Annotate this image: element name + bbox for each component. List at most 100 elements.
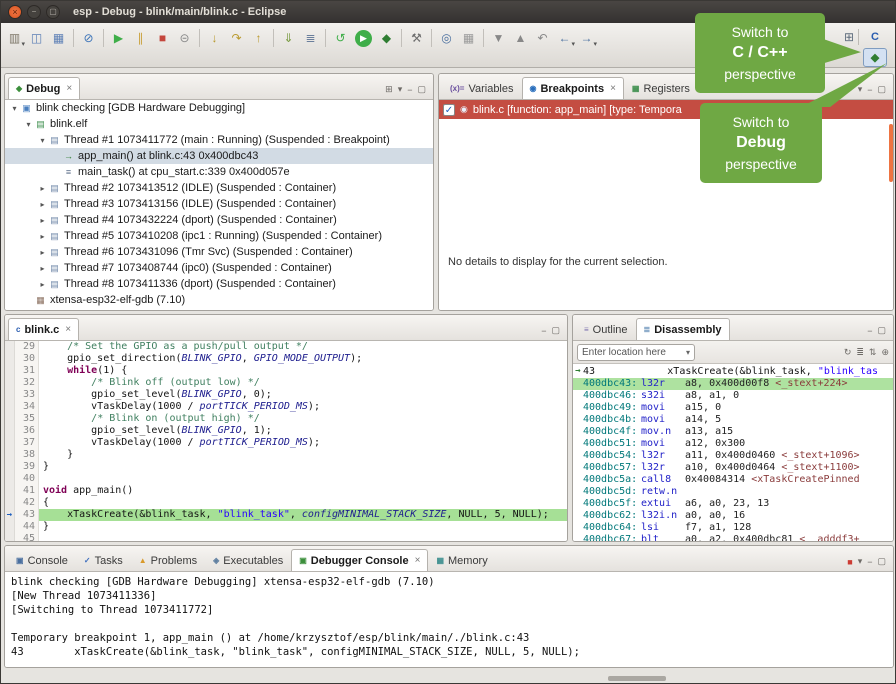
breakpoint-checkbox[interactable]: ✓ bbox=[443, 104, 455, 116]
debug-tree-item[interactable]: ≡main_task() at cpu_start.c:339 0x400d05… bbox=[5, 164, 433, 180]
debug-tree[interactable]: ▾▣blink checking [GDB Hardware Debugging… bbox=[5, 100, 433, 310]
minimize-icon[interactable]: − bbox=[867, 557, 872, 567]
prev-annotation-button[interactable]: ▲ bbox=[510, 28, 531, 49]
minimize-button[interactable]: − bbox=[27, 5, 41, 19]
show-source-icon[interactable]: ≣ bbox=[856, 347, 864, 358]
last-edit-button[interactable]: ↶ bbox=[532, 28, 553, 49]
minimize-icon[interactable]: − bbox=[867, 85, 872, 95]
save-all-button[interactable]: ▦ bbox=[48, 28, 69, 49]
overlay-scrollbar[interactable] bbox=[889, 124, 893, 182]
step-into-button[interactable]: ↓ bbox=[204, 28, 225, 49]
code-editor[interactable]: 29 /* Set the GPIO as a push/pull output… bbox=[5, 341, 567, 541]
debug-tree-item[interactable]: ▸▤Thread #2 1073413512 (IDLE) (Suspended… bbox=[5, 180, 433, 196]
disassembly-row[interactable]: 400dbc64:lsif7, a1, 128 bbox=[573, 522, 893, 534]
c-cpp-perspective-button[interactable]: C bbox=[863, 27, 887, 46]
view-menu-icon[interactable]: ▾ bbox=[398, 84, 403, 95]
disassembly-row[interactable]: 400dbc51:movia12, 0x300 bbox=[573, 438, 893, 450]
horizontal-scrollbar[interactable] bbox=[608, 676, 666, 681]
debug-tree-item[interactable]: ▸▤Thread #8 1073411336 (dport) (Suspende… bbox=[5, 276, 433, 292]
step-over-button[interactable]: ↷ bbox=[226, 28, 247, 49]
next-annotation-button[interactable]: ▼ bbox=[488, 28, 509, 49]
open-perspective-button[interactable]: ⊞ bbox=[844, 30, 854, 44]
view-menu-icon[interactable]: ▾ bbox=[858, 84, 863, 95]
disassembly-row[interactable]: 400dbc49:movia15, 0 bbox=[573, 402, 893, 414]
expand-arrow-icon[interactable]: ▸ bbox=[37, 184, 48, 193]
console-output[interactable]: blink checking [GDB Hardware Debugging] … bbox=[5, 572, 893, 667]
expand-arrow-icon[interactable]: ▾ bbox=[37, 136, 48, 145]
refresh-icon[interactable]: ↻ bbox=[844, 347, 852, 358]
disassembly-row[interactable]: 400dbc62:l32i.na0, a0, 16 bbox=[573, 510, 893, 522]
debug-tree-item[interactable]: ▸▤Thread #5 1073410208 (ipc1 : Running) … bbox=[5, 228, 433, 244]
build-button[interactable]: ⚒ bbox=[406, 28, 427, 49]
debug-tree-item[interactable]: ▦xtensa-esp32-elf-gdb (7.10) bbox=[5, 292, 433, 308]
expand-arrow-icon[interactable]: ▾ bbox=[9, 104, 20, 113]
maximize-icon[interactable]: ▢ bbox=[877, 556, 886, 567]
suspend-button[interactable]: ∥ bbox=[130, 28, 151, 49]
expand-arrow-icon[interactable]: ▾ bbox=[23, 120, 34, 129]
debug-tree-item[interactable]: ▸▤Thread #3 1073413156 (IDLE) (Suspended… bbox=[5, 196, 433, 212]
run-button[interactable]: ▶ bbox=[355, 30, 372, 47]
minimize-icon[interactable]: − bbox=[407, 85, 412, 95]
disassembly-row[interactable]: 400dbc46:s32ia8, a1, 0 bbox=[573, 390, 893, 402]
instruction-stepping-button[interactable]: ≣ bbox=[300, 28, 321, 49]
disassembly-row[interactable]: 400dbc5d:retw.n bbox=[573, 486, 893, 498]
minimize-icon[interactable]: − bbox=[541, 326, 546, 336]
debug-tree-item[interactable]: ▾▤blink.elf bbox=[5, 116, 433, 132]
tab-memory[interactable]: ▦Memory bbox=[428, 549, 495, 571]
maximize-icon[interactable]: ▢ bbox=[417, 84, 426, 95]
disassembly-row[interactable]: 400dbc57:l32ra10, 0x400d0464<_stext+1100… bbox=[573, 462, 893, 474]
tab-debug[interactable]: ◆Debug× bbox=[8, 77, 80, 99]
disassembly-row[interactable]: 400dbc67:blta0, a2, 0x400dbc81<__adddf3+ bbox=[573, 534, 893, 541]
close-tab-icon[interactable]: × bbox=[610, 83, 616, 94]
debug-perspective-button[interactable]: ◆ bbox=[863, 48, 887, 67]
maximize-icon[interactable]: ▢ bbox=[877, 84, 886, 95]
location-input[interactable]: Enter location here ▾ bbox=[577, 344, 695, 361]
debug-tree-item[interactable]: ▸▤Thread #6 1073431096 (Tmr Svc) (Suspen… bbox=[5, 244, 433, 260]
disassembly-row[interactable]: 400dbc5a:call80x40084314<xTaskCreatePinn… bbox=[573, 474, 893, 486]
tab-tasks[interactable]: ✓Tasks bbox=[76, 549, 131, 571]
track-expression-icon[interactable]: ⊕ bbox=[881, 347, 889, 358]
tab-blink-c[interactable]: cblink.c× bbox=[8, 318, 79, 340]
disassembly-row[interactable]: 400dbc43:l32ra8, 0x400d00f8<_stext+224> bbox=[573, 378, 893, 390]
tab-console[interactable]: ▣Console bbox=[8, 549, 76, 571]
debug-tree-item[interactable]: ▾▤Thread #1 1073411772 (main : Running) … bbox=[5, 132, 433, 148]
close-button[interactable]: × bbox=[8, 5, 22, 19]
terminate-icon[interactable]: ■ bbox=[847, 557, 852, 567]
maximize-icon[interactable]: ▢ bbox=[877, 325, 886, 336]
disconnect-button[interactable]: ⊝ bbox=[174, 28, 195, 49]
restart-button[interactable]: ↺ bbox=[330, 28, 351, 49]
expand-arrow-icon[interactable]: ▸ bbox=[37, 280, 48, 289]
tab-problems[interactable]: ▲Problems bbox=[131, 549, 205, 571]
breakpoints-list[interactable]: ✓ ◉ blink.c [function: app_main] [type: … bbox=[439, 100, 893, 310]
tab-variables[interactable]: (x)=Variables bbox=[442, 77, 522, 99]
close-tab-icon[interactable]: × bbox=[415, 555, 421, 566]
mark-occurrences-button[interactable]: ▦ bbox=[458, 28, 479, 49]
save-button[interactable]: ◫ bbox=[26, 28, 47, 49]
expand-arrow-icon[interactable]: ▸ bbox=[37, 200, 48, 209]
launch-group-icon[interactable]: ⊞ bbox=[385, 84, 393, 95]
disassembly-row[interactable]: 400dbc5f:extuia6, a0, 23, 13 bbox=[573, 498, 893, 510]
debug-tree-item[interactable]: ▸▤Thread #4 1073432224 (dport) (Suspende… bbox=[5, 212, 433, 228]
debug-tree-item[interactable]: →app_main() at blink.c:43 0x400dbc43 bbox=[5, 148, 433, 164]
tab-executables[interactable]: ◈Executables bbox=[205, 549, 291, 571]
terminate-button[interactable]: ■ bbox=[152, 28, 173, 49]
disassembly-row[interactable]: 400dbc54:l32ra11, 0x400d0460<_stext+1096… bbox=[573, 450, 893, 462]
debug-tree-item[interactable]: ▾▣blink checking [GDB Hardware Debugging… bbox=[5, 100, 433, 116]
open-console-icon[interactable]: ▾ bbox=[858, 556, 863, 567]
minimize-icon[interactable]: − bbox=[867, 326, 872, 336]
tab-breakpoints[interactable]: ◉Breakpoints× bbox=[522, 77, 624, 99]
close-tab-icon[interactable]: × bbox=[65, 324, 71, 335]
expand-arrow-icon[interactable]: ▸ bbox=[37, 264, 48, 273]
new-button[interactable]: ▥▾ bbox=[4, 28, 25, 49]
expand-arrow-icon[interactable]: ▸ bbox=[37, 248, 48, 257]
debug-tree-item[interactable]: ▸▤Thread #7 1073408744 (ipc0) (Suspended… bbox=[5, 260, 433, 276]
disassembly-row[interactable]: 400dbc4b:movia14, 5 bbox=[573, 414, 893, 426]
expand-arrow-icon[interactable]: ▸ bbox=[37, 232, 48, 241]
tab-outline[interactable]: ≡Outline bbox=[576, 318, 636, 340]
maximize-button[interactable]: ▢ bbox=[46, 5, 60, 19]
search-button[interactable]: ◎ bbox=[436, 28, 457, 49]
forward-button[interactable]: →▾ bbox=[576, 28, 597, 49]
chevron-down-icon[interactable]: ▾ bbox=[686, 348, 690, 357]
resume-button[interactable]: ▶ bbox=[108, 28, 129, 49]
disassembly-row[interactable]: 400dbc4f:mov.na13, a15 bbox=[573, 426, 893, 438]
